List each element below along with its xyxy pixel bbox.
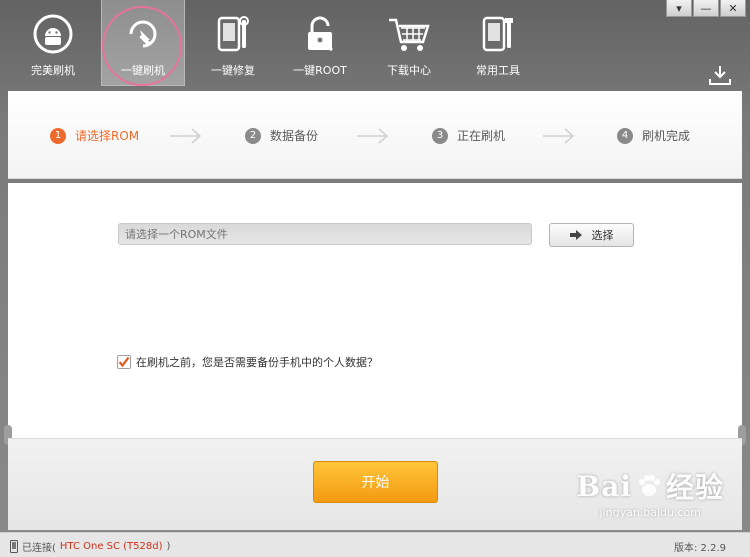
connection-suffix: ) [166,541,171,552]
step-number: 2 [245,127,261,144]
backup-option: 在刷机之前，您是否需要备份手机中的个人数据？ [117,354,378,370]
watermark-brand-text: Bai [576,469,632,503]
backup-checkbox[interactable] [117,355,131,369]
toolbar-item-common-tools[interactable]: 常用工具 [461,0,535,86]
toolbar-item-label: 完美刷机 [31,64,75,77]
close-button[interactable]: ✕ [720,0,746,17]
toolbar-item-one-click-root[interactable]: 一键ROOT [283,0,357,86]
step-number: 3 [432,127,448,144]
download-tray-icon[interactable] [708,64,732,86]
step-arrow-icon [170,128,202,144]
step-number: 1 [50,127,66,144]
minimize-button[interactable]: — [693,0,719,17]
toolbar-item-download-center[interactable]: 下载中心 [372,0,446,86]
tools-icon [476,12,520,56]
toolbar-item-perfect-flash[interactable]: 完美刷机 [16,0,90,86]
step-flashing: 3 正在刷机 [432,127,505,144]
choose-rom-button[interactable]: 选择 [549,223,634,247]
step-label: 请选择ROM [75,129,140,143]
phone-icon [10,540,18,553]
toolbar-item-label: 常用工具 [476,64,520,77]
cart-icon [387,12,431,56]
status-bar: 已连接(HTC One SC (T528d)) 版本: 2.2.9 [0,532,750,557]
watermark-brand: Bai 经验 [577,466,724,506]
step-label: 刷机完成 [642,129,691,143]
lock-icon [298,12,342,56]
version-label: 版本: 2.2.9 [674,543,726,554]
step-data-backup: 2 数据备份 [245,127,318,144]
android-icon [31,12,75,56]
baidu-jingyan-watermark: Bai 经验 jingyan.baidu.com [577,466,724,520]
app-window: 完美刷机 一键刷机 一键修复 一键ROOT 下载中心 常用工具 ▾ — ✕ 1 … [0,0,750,557]
window-controls: ▾ — ✕ [666,0,746,17]
checkmark-icon [118,356,130,368]
step-number: 4 [617,127,633,144]
paw-icon [638,475,660,496]
watermark-url: jingyan.baidu.com [599,506,702,519]
connection-prefix: 已连接( [22,543,56,554]
step-select-rom: 1 请选择ROM [50,127,139,144]
connection-status: 已连接(HTC One SC (T528d)) [10,539,170,554]
rom-file-input[interactable] [118,223,532,245]
step-arrow-icon [357,128,389,144]
backup-label: 在刷机之前，您是否需要备份手机中的个人数据？ [136,356,378,369]
arrow-right-icon [569,230,582,240]
start-button[interactable]: 开始 [313,461,438,503]
toolbar-item-label: 一键修复 [211,64,255,77]
phone-wrench-icon [211,12,255,56]
menu-dropdown-button[interactable]: ▾ [666,0,692,17]
device-name: HTC One SC (T528d) [59,541,163,552]
toolbar-item-one-click-repair[interactable]: 一键修复 [196,0,270,86]
step-label: 正在刷机 [457,129,506,143]
toolbar-item-label: 一键ROOT [293,64,347,77]
toolbar-item-label: 下载中心 [387,64,431,77]
step-arrow-icon [543,128,575,144]
step-label: 数据备份 [270,129,319,143]
watermark-brand-text-2: 经验 [665,471,724,504]
main-content: 选择 在刷机之前，您是否需要备份手机中的个人数据？ [8,183,742,438]
step-progress-bar: 1 请选择ROM 2 数据备份 3 正在刷机 4 刷机完成 [8,91,742,179]
top-toolbar: 完美刷机 一键刷机 一键修复 一键ROOT 下载中心 常用工具 [0,0,750,90]
step-flash-complete: 4 刷机完成 [617,127,690,144]
choose-button-label: 选择 [591,229,614,242]
highlight-circle [102,6,182,86]
